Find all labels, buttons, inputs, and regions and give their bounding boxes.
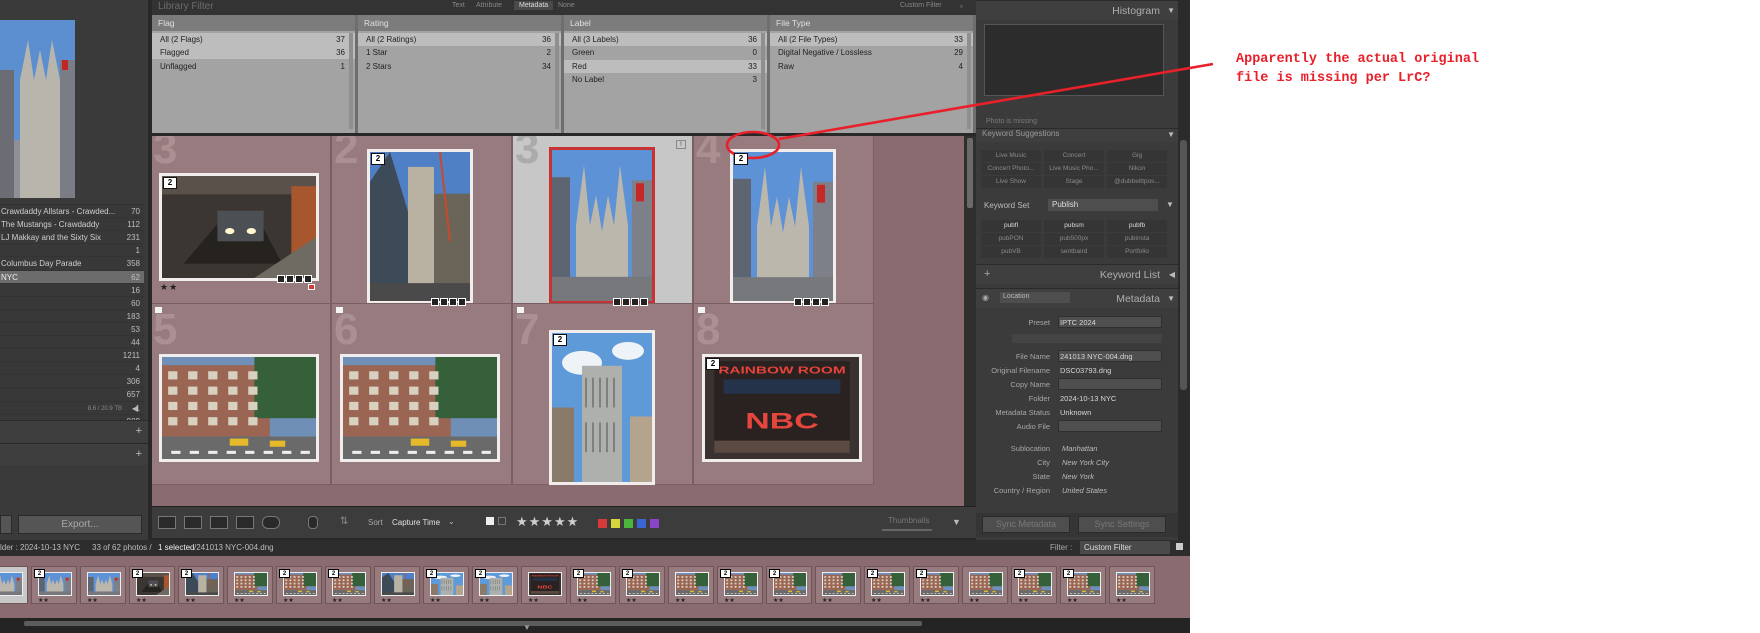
crop-badge-icon[interactable]: [295, 275, 303, 283]
keyword-badge-icon[interactable]: [277, 275, 285, 283]
develop-badge-icon[interactable]: [821, 298, 829, 306]
keyword-badge-icon[interactable]: [794, 298, 802, 306]
annotation-line-1: Apparently the actual original: [1236, 52, 1480, 67]
map-badge-icon[interactable]: [286, 275, 294, 283]
keyword-badge-icon[interactable]: [613, 298, 621, 306]
badge-icons: [794, 293, 832, 306]
develop-badge-icon[interactable]: [304, 275, 312, 283]
stack-count-badge[interactable]: 2: [371, 153, 385, 165]
keyword-badge-icon[interactable]: [431, 298, 439, 306]
stack-count-badge[interactable]: 2: [706, 358, 720, 370]
map-badge-icon[interactable]: [440, 298, 448, 306]
map-badge-icon[interactable]: [803, 298, 811, 306]
annotation-line-2: file is missing per LrC?: [1236, 71, 1431, 86]
crop-badge-icon[interactable]: [631, 298, 639, 306]
stack-count-badge[interactable]: 2: [163, 177, 177, 189]
crop-badge-icon[interactable]: [812, 298, 820, 306]
develop-badge-icon[interactable]: [640, 298, 648, 306]
badge-icons: [431, 293, 469, 306]
annotation-overlay: [725, 62, 1214, 160]
develop-badge-icon[interactable]: [458, 298, 466, 306]
callout-pointer-line: [778, 62, 1214, 141]
badge-icons: [277, 270, 315, 283]
map-badge-icon[interactable]: [622, 298, 630, 306]
annotation-note: Apparently the actual original file is m…: [1236, 50, 1479, 88]
stack-count-badge[interactable]: 2: [553, 334, 567, 346]
badge-icons: [613, 293, 651, 306]
stack-count-badge[interactable]: 2: [734, 153, 748, 165]
crop-badge-icon[interactable]: [449, 298, 457, 306]
